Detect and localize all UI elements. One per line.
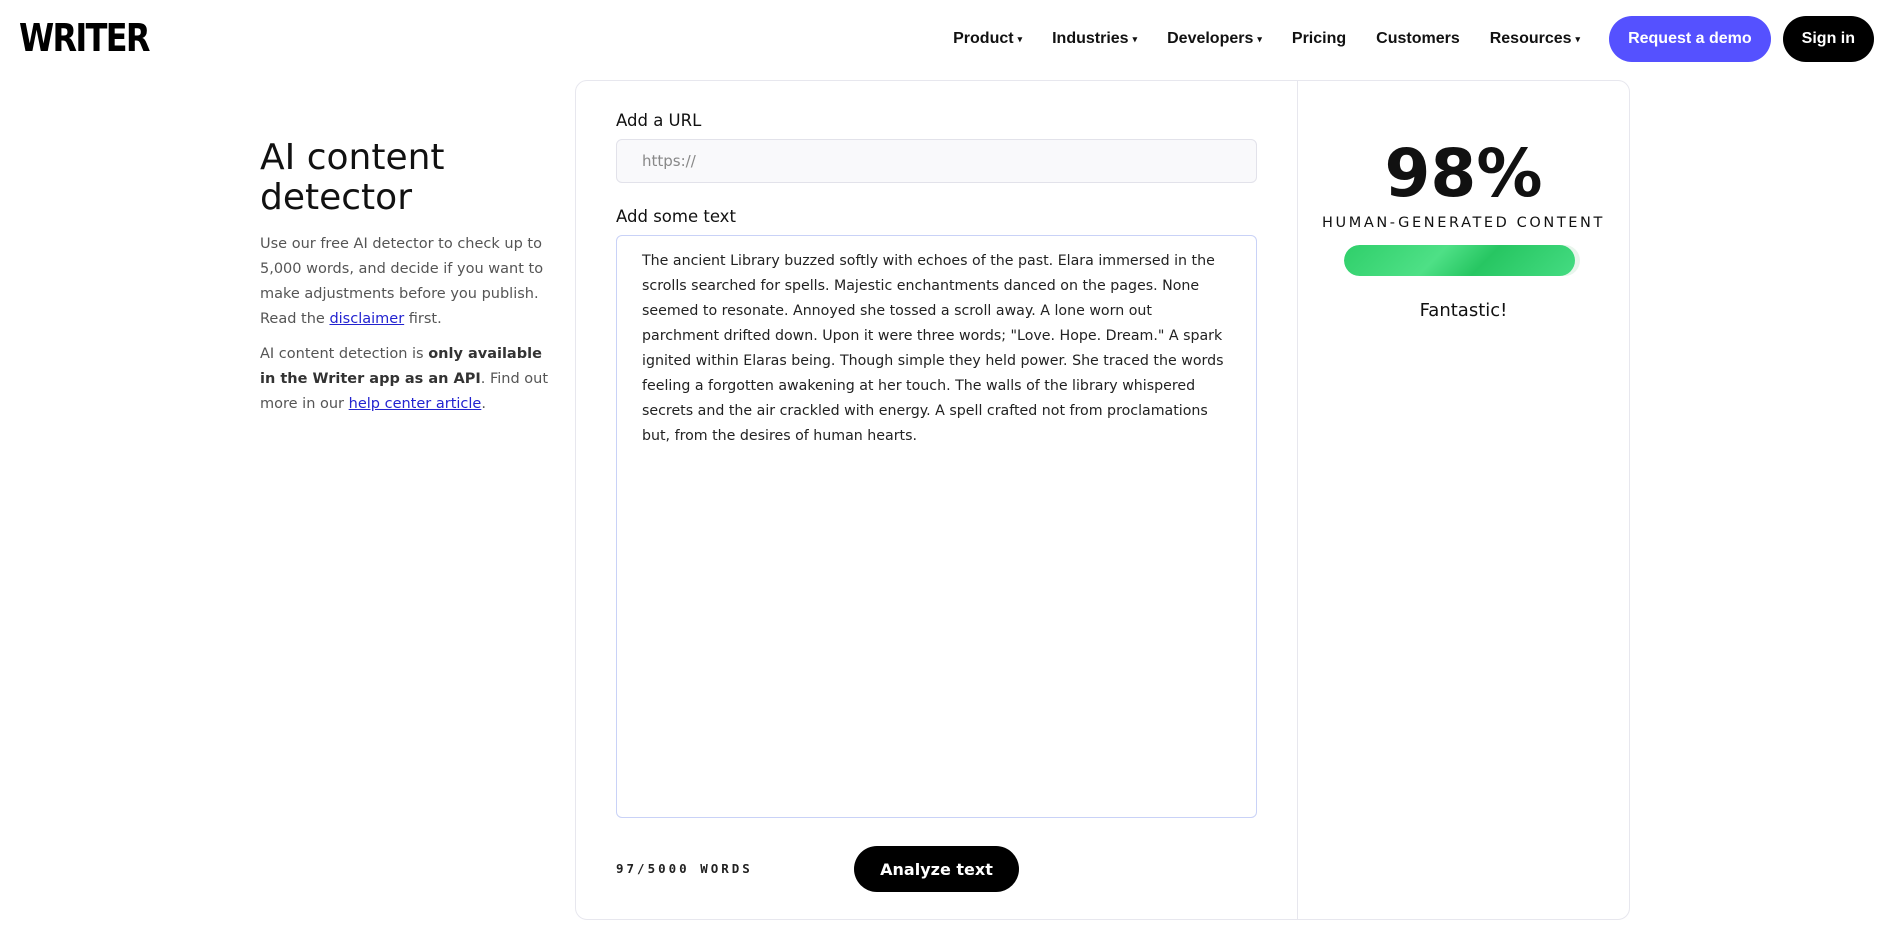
intro-description: Use our free AI detector to check up to … [260, 232, 550, 332]
nav-item-resources[interactable]: Resources ▾ [1490, 30, 1580, 48]
text-label: Add some text [616, 207, 736, 226]
help-center-link[interactable]: help center article [349, 396, 482, 412]
nav-item-customers[interactable]: Customers [1376, 30, 1460, 48]
disclaimer-link[interactable]: disclaimer [329, 311, 404, 327]
nav-item-pricing[interactable]: Pricing [1292, 30, 1346, 48]
analyze-text-button[interactable]: Analyze text [854, 846, 1019, 892]
nav-item-industries[interactable]: Industries ▾ [1052, 30, 1137, 48]
nav-item-label: Product [953, 30, 1014, 47]
nav-item-label: Developers [1167, 30, 1254, 47]
top-navigation: WRITER Product ▾ Industries ▾ Developers… [0, 0, 1884, 76]
request-demo-button[interactable]: Request a demo [1609, 16, 1771, 62]
word-count: 97/5000 WORDS [616, 861, 753, 876]
sign-in-button[interactable]: Sign in [1782, 16, 1874, 62]
chevron-down-icon: ▾ [1017, 33, 1023, 44]
nav-item-label: Customers [1376, 30, 1460, 47]
page-title: AI content detector [260, 137, 445, 218]
chevron-down-icon: ▾ [1257, 33, 1262, 44]
writer-logo[interactable]: WRITER [19, 16, 150, 60]
api-note-text: AI content detection is [260, 346, 429, 362]
text-input[interactable]: The ancient Library buzzed softly with e… [616, 235, 1257, 818]
intro-description-end: first. [404, 311, 442, 327]
chevron-down-icon: ▾ [1132, 33, 1138, 44]
nav-menu: Product ▾ Industries ▾ Developers ▾ Pric… [938, 16, 1874, 62]
api-note: AI content detection is only available i… [260, 342, 550, 417]
intro-section: AI content detector Use our free AI dete… [260, 138, 550, 427]
score-progress-bar [1344, 245, 1580, 276]
verdict-text: Fantastic! [1419, 300, 1508, 321]
nav-item-label: Pricing [1291, 30, 1347, 47]
url-input[interactable] [616, 139, 1257, 183]
nav-item-label: Industries [1052, 30, 1129, 47]
human-score: 98% [1384, 135, 1543, 212]
nav-item-label: Resources [1489, 30, 1572, 47]
api-note-end: . [481, 396, 486, 412]
nav-item-developers[interactable]: Developers ▾ [1167, 30, 1262, 48]
chevron-down-icon: ▾ [1575, 33, 1581, 44]
nav-item-product[interactable]: Product ▾ [953, 30, 1022, 48]
score-label: HUMAN-GENERATED CONTENT [1322, 215, 1605, 231]
url-label: Add a URL [616, 111, 702, 130]
score-progress-fill [1344, 245, 1576, 276]
